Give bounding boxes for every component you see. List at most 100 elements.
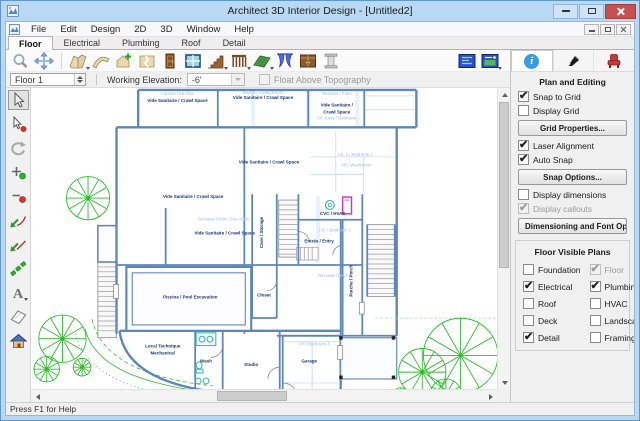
curtain-tool-icon[interactable] [274,51,296,71]
house-view-tool-icon[interactable] [8,330,29,350]
title-bar[interactable]: Architect 3D Interior Design - [Untitled… [2,2,638,20]
menu-2d[interactable]: 2D [127,22,153,36]
detail-checkbox[interactable]: Detail [523,332,581,343]
svg-text:Vide Sanitaire / Crawl Space: Vide Sanitaire / Crawl Space [194,230,255,235]
close-button[interactable] [605,4,636,19]
railing-tool-icon[interactable] [228,51,250,71]
chair-icon [606,53,622,69]
floor-spinner[interactable] [74,74,85,85]
grid-properties-button[interactable]: Grid Properties... [518,120,627,136]
info-icon: i [524,54,539,69]
plan-editing-panel: Plan and Editing Snap to Grid Display Gr… [511,72,634,402]
working-elevation-value: -6' [188,75,231,85]
working-elevation-combo[interactable]: -6' [187,73,245,86]
snap-options-button[interactable]: Snap Options... [518,169,627,185]
checkbox [590,298,601,309]
curved-wall-tool-icon[interactable] [90,51,112,71]
display-dimensions-checkbox[interactable]: Display dimensions [518,189,627,200]
vertical-scroll-thumb[interactable] [499,102,509,268]
straighten-segment-tool-icon[interactable] [8,234,29,254]
plan-view-icon[interactable] [456,51,478,71]
framing-checkbox[interactable]: Framing [590,332,634,343]
roof-tool-icon[interactable] [251,51,273,71]
deck-checkbox[interactable]: Deck [523,315,581,326]
minimize-button[interactable] [553,4,578,19]
break-wall-tool-icon[interactable] [136,51,158,71]
landscape-checkbox[interactable]: Landscape [590,315,634,326]
scroll-up-button[interactable] [498,88,511,101]
separator [96,74,97,85]
tab-floor[interactable]: Floor [8,36,53,50]
svg-text:Crawl Space: Crawl Space [323,110,350,115]
tab-furnishings[interactable] [593,50,634,71]
maximize-button[interactable] [579,4,604,19]
checkbox [590,315,601,326]
menu-design[interactable]: Design [84,22,128,36]
checkbox-label: HVAC [605,299,628,309]
checkbox [523,332,534,343]
scroll-right-button[interactable] [484,390,497,403]
door-tool-icon[interactable] [159,51,181,71]
remove-point-tool-icon[interactable] [8,186,29,206]
tab-detail[interactable]: Detail [212,36,257,49]
menu-3d[interactable]: 3D [153,22,179,36]
vertical-scrollbar[interactable] [497,88,510,389]
scroll-left-button[interactable] [31,390,44,403]
dimension-chain-tool-icon[interactable] [8,258,29,278]
floor-selector[interactable]: Floor 1 [10,73,86,86]
menu-file[interactable]: File [24,22,53,36]
cabinet-tool-icon[interactable] [297,51,319,71]
snap-to-grid-checkbox[interactable]: Snap to Grid [518,91,627,102]
menu-edit[interactable]: Edit [53,22,83,36]
laser-alignment-checkbox[interactable]: Laser Alignment [518,140,627,151]
scroll-down-button[interactable] [498,376,511,389]
add-point-tool-icon[interactable] [8,162,29,182]
electrical-checkbox[interactable]: Electrical [523,281,581,292]
tab-information[interactable]: i [511,50,553,71]
horizontal-scroll-thumb[interactable] [217,391,287,401]
tab-roof[interactable]: Roof [171,36,212,49]
stairs-tool-icon[interactable] [205,51,227,71]
checkbox [259,74,270,85]
floor-plan[interactable]: Cuisine / Kitchen Séjour / Living Room T… [31,88,497,401]
wall-tool-icon[interactable] [67,51,89,71]
horizontal-scrollbar[interactable] [31,389,497,402]
pan-tool-icon[interactable] [33,51,55,71]
select-tool-icon[interactable] [8,90,29,110]
menu-window[interactable]: Window [180,22,228,36]
curve-segment-tool-icon[interactable] [8,210,29,230]
foundation-checkbox[interactable]: Foundation [523,264,581,275]
svg-text:Garage: Garage [301,358,317,363]
text-tool-icon[interactable]: A [8,282,29,302]
drawing-canvas[interactable]: Cuisine / Kitchen Séjour / Living Room T… [31,88,510,402]
roof-checkbox[interactable]: Roof [523,298,581,309]
checkbox-label: Deck [538,316,557,326]
plumbing-checkbox[interactable]: Plumbing [590,281,634,292]
combo-dropdown[interactable] [231,74,244,85]
zoom-tool-icon[interactable] [10,51,32,71]
hvac-checkbox[interactable]: HVAC [590,298,634,309]
roof-plane-tool-icon[interactable] [8,306,29,326]
float-above-topography-checkbox[interactable]: Float Above Topography [259,74,371,85]
column-tool-icon[interactable] [320,51,342,71]
display-grid-checkbox[interactable]: Display Grid [518,105,627,116]
mdi-minimize-button[interactable] [584,24,599,35]
3d-view-icon[interactable] [479,51,501,71]
rotate-tool-icon[interactable] [8,138,29,158]
tab-plumbing[interactable]: Plumbing [111,36,171,49]
floor-bar: Floor 1 Working Elevation: -6' Float Abo… [6,72,510,88]
status-bar: Press F1 for Help [6,402,634,415]
tab-drawing[interactable] [553,50,594,71]
add-floor-tool-icon[interactable] [113,51,135,71]
tab-electrical[interactable]: Electrical [53,36,112,49]
svg-text:Vide Sanitaire / Crawl Space: Vide Sanitaire / Crawl Space [233,95,294,100]
dimensioning-font-options-button[interactable]: Dimensioning and Font Options... [518,218,627,234]
checkbox-label: Display Grid [533,106,579,116]
menu-help[interactable]: Help [227,22,261,36]
checkbox-label: Foundation [538,265,581,275]
auto-snap-checkbox[interactable]: Auto Snap [518,154,627,165]
select-special-tool-icon[interactable] [8,114,29,134]
mdi-restore-button[interactable] [600,24,615,35]
window-tool-icon[interactable] [182,51,204,71]
mdi-close-button[interactable] [616,24,631,35]
